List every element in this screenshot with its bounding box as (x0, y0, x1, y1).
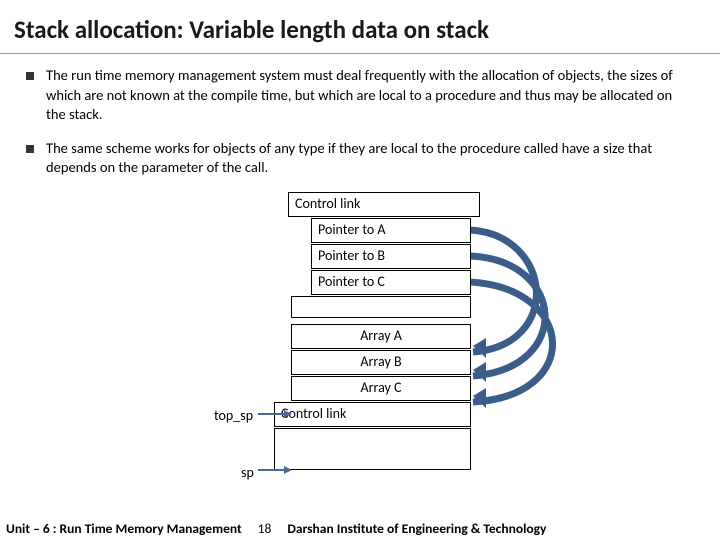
content-area: The run time memory management system mu… (0, 54, 720, 492)
top-sp-label: top_sp (214, 407, 253, 424)
page-title: Stack allocation: Variable length data o… (0, 0, 720, 54)
stack-row-control-link-1: Control link (288, 192, 480, 217)
stack-row-array-b: Array B (291, 350, 471, 375)
stack-row-control-link-2: Control link (274, 402, 471, 427)
stack-diagram: Control link Pointer to A Pointer to B P… (26, 192, 694, 492)
bullet-marker-icon (26, 72, 34, 80)
stack-row-array-c: Array C (291, 376, 471, 401)
bullet-marker-icon (26, 145, 34, 153)
stack-row-empty-2 (274, 428, 471, 470)
stack-row-pointer-c: Pointer to C (311, 270, 471, 295)
stack-row-pointer-a: Pointer to A (311, 218, 471, 243)
footer-page-number: 18 (242, 520, 288, 537)
stack-row-array-a: Array A (291, 324, 471, 349)
sp-label: sp (241, 464, 254, 481)
bullet-item: The run time memory management system mu… (26, 66, 694, 125)
footer: Unit – 6 : Run Time Memory Management 18… (0, 516, 720, 540)
stack-row-pointer-b: Pointer to B (311, 244, 471, 269)
bullet-item: The same scheme works for objects of any… (26, 139, 694, 178)
footer-left: Unit – 6 : Run Time Memory Management (6, 520, 242, 537)
footer-right: Darshan Institute of Engineering & Techn… (287, 520, 546, 537)
pointer-arcs-icon (468, 210, 598, 440)
bullet-text: The run time memory management system mu… (46, 66, 694, 125)
stack-row-empty (291, 296, 471, 318)
bullet-text: The same scheme works for objects of any… (46, 139, 694, 178)
